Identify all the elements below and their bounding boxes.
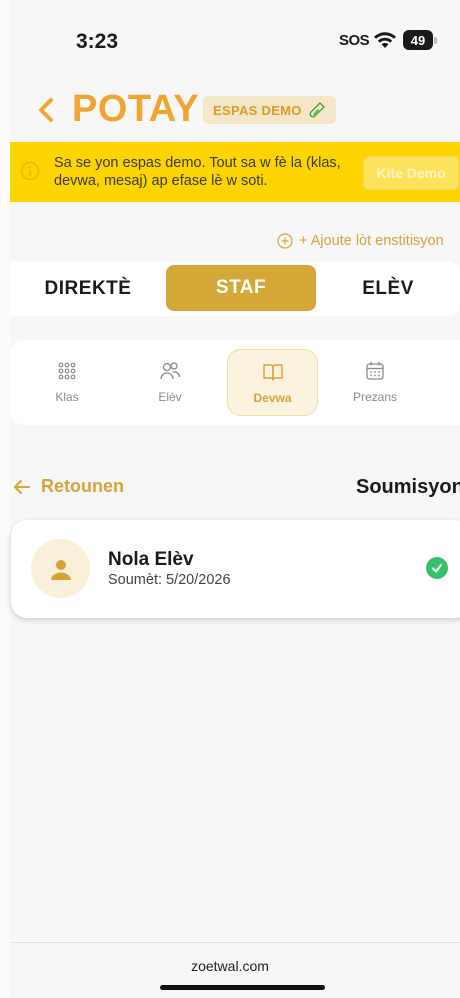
demo-banner-text: Sa se yon espas demo. Tout sa w fè la (k… bbox=[54, 155, 341, 189]
back-label: Retounen bbox=[41, 476, 124, 496]
arrow-left-icon bbox=[14, 479, 30, 494]
sos-indicator: SOS bbox=[339, 32, 370, 49]
tab-klas[interactable]: Klas bbox=[21, 348, 113, 416]
page-title: POTAY bbox=[72, 88, 200, 130]
battery-tip bbox=[434, 37, 437, 44]
avatar bbox=[31, 539, 90, 598]
back-chevron-icon[interactable] bbox=[36, 96, 56, 124]
tab-devwa-label: Devwa bbox=[253, 390, 292, 405]
calendar-icon bbox=[366, 362, 384, 380]
battery-indicator: 49 bbox=[403, 30, 433, 50]
back-button[interactable]: Retounen bbox=[13, 476, 124, 497]
submission-date: Soumèt: 5/20/2026 bbox=[108, 572, 231, 588]
section-title: Soumisyon bbox=[356, 476, 460, 498]
screen-edge bbox=[0, 0, 10, 998]
add-institution-label: + Ajoute lòt enstitisyon bbox=[299, 233, 444, 249]
tab-prezans[interactable]: Prezans bbox=[329, 348, 421, 416]
tab-devwa[interactable]: Devwa bbox=[227, 349, 318, 416]
role-tab-direkte[interactable]: DIREKTÈ bbox=[10, 261, 166, 316]
home-indicator[interactable] bbox=[160, 985, 325, 990]
student-name: Nola Elèv bbox=[108, 549, 194, 570]
tab-klas-label: Klas bbox=[55, 390, 79, 404]
demo-badge: ESPAS DEMO bbox=[203, 96, 336, 124]
exit-demo-button[interactable]: Kite Demo bbox=[363, 156, 459, 190]
demo-badge-label: ESPAS DEMO bbox=[213, 102, 302, 118]
wifi-icon bbox=[374, 32, 396, 48]
info-icon bbox=[20, 161, 40, 181]
tab-elev-label: Elèv bbox=[158, 390, 182, 404]
test-tube-icon bbox=[309, 102, 325, 118]
check-circle-icon bbox=[426, 557, 448, 579]
book-icon bbox=[262, 363, 283, 381]
tab-elev[interactable]: Elèv bbox=[124, 348, 216, 416]
users-icon bbox=[160, 362, 181, 380]
add-institution-link[interactable]: + Ajoute lòt enstitisyon bbox=[277, 233, 444, 249]
role-tab-elev[interactable]: ELÈV bbox=[316, 261, 460, 316]
grid-dots-icon bbox=[58, 362, 76, 380]
footer-divider bbox=[10, 942, 460, 943]
role-tab-staf[interactable]: STAF bbox=[166, 265, 316, 311]
person-icon bbox=[50, 559, 71, 580]
tab-prezans-label: Prezans bbox=[352, 390, 398, 404]
plus-circle-icon bbox=[277, 233, 293, 249]
status-time: 3:23 bbox=[76, 30, 119, 53]
footer-domain: zoetwal.com bbox=[191, 958, 269, 974]
